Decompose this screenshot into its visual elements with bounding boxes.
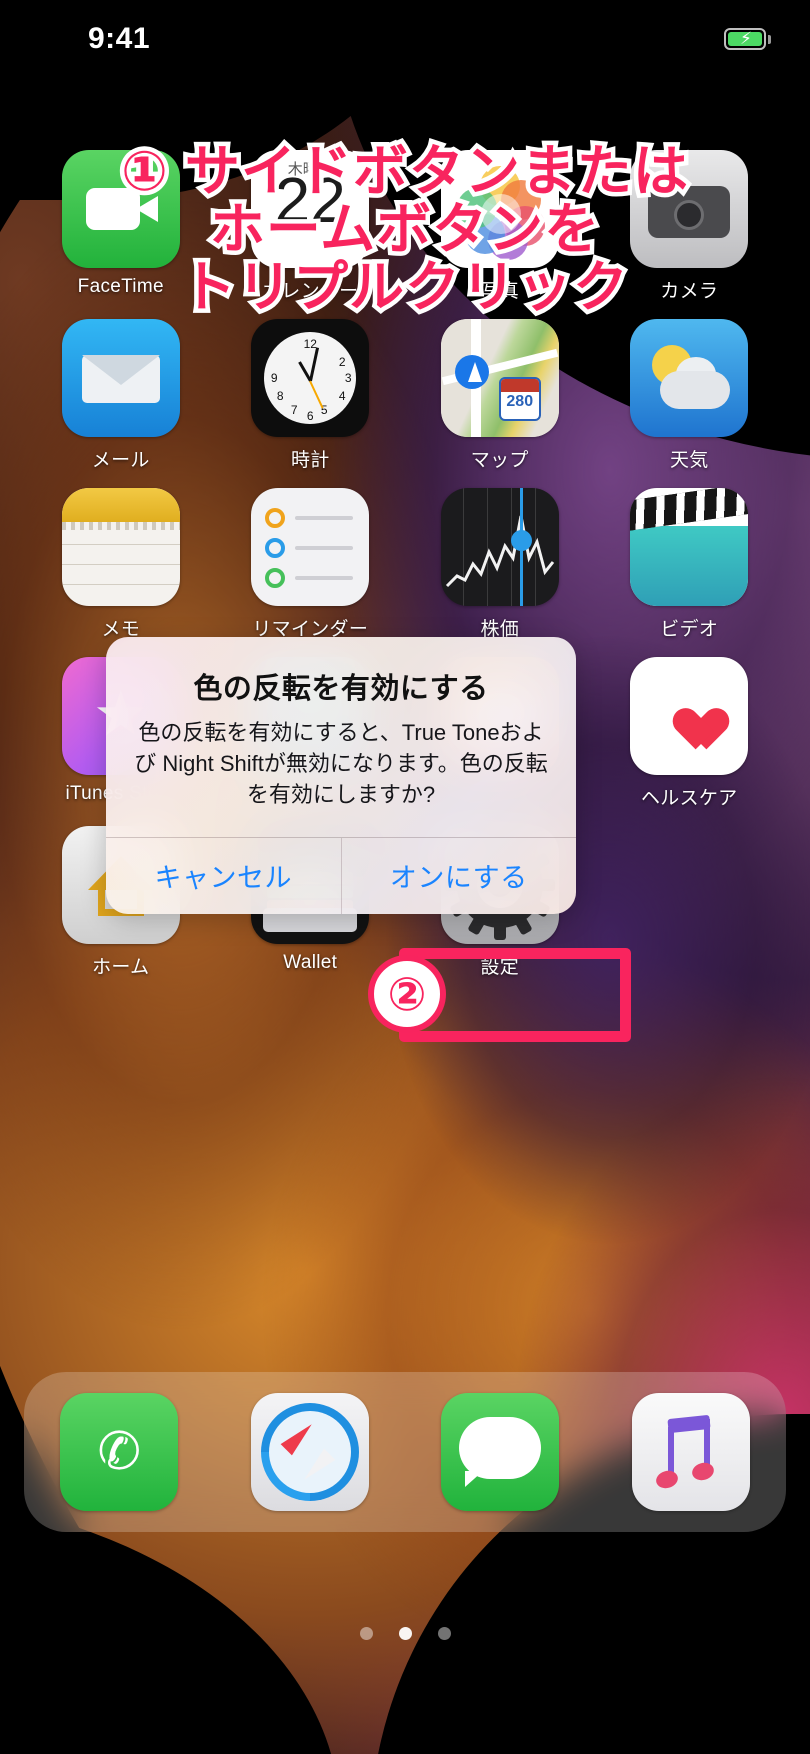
cancel-button[interactable]: キャンセル bbox=[106, 837, 342, 914]
phone-icon[interactable]: ✆ bbox=[60, 1393, 179, 1511]
page-dot[interactable] bbox=[359, 1627, 373, 1640]
weather-icon[interactable] bbox=[630, 319, 749, 437]
photos-icon[interactable] bbox=[440, 150, 559, 268]
highway-shield-icon: 280 bbox=[498, 377, 541, 421]
turn-on-button[interactable]: オンにする bbox=[342, 838, 577, 914]
status-bar-clock: 9:41 bbox=[88, 22, 151, 55]
messages-icon[interactable] bbox=[441, 1393, 560, 1511]
app-label: ホーム bbox=[92, 957, 150, 978]
app-weather[interactable]: 天気 bbox=[614, 319, 764, 472]
app-label: メール bbox=[91, 450, 150, 471]
app-label: 写真 bbox=[480, 281, 520, 302]
app-facetime[interactable]: FaceTime bbox=[46, 150, 196, 303]
alert-button-row: キャンセル オンにする bbox=[106, 836, 577, 914]
calendar-icon[interactable]: 木曜日 22 bbox=[251, 150, 370, 268]
app-label: マップ bbox=[470, 450, 529, 471]
highway-number: 280 bbox=[506, 393, 534, 410]
mail-icon[interactable] bbox=[61, 319, 180, 437]
clock-icon[interactable]: 12 2 3 4 5 6 7 8 9 bbox=[251, 319, 370, 437]
app-row: メール 12 2 3 4 5 6 7 8 9 時計 280 マップ 天気 bbox=[0, 319, 810, 472]
alert-dialog: 色の反転を有効にする 色の反転を有効にすると、True Toneおよび Nigh… bbox=[106, 637, 576, 914]
app-label: カレンダー bbox=[261, 281, 359, 302]
alert-message: 色の反転を有効にすると、True Toneおよび Night Shiftが無効に… bbox=[134, 720, 548, 808]
app-label: Wallet bbox=[283, 952, 338, 973]
videos-icon[interactable] bbox=[630, 488, 749, 606]
app-label: 天気 bbox=[669, 450, 709, 471]
maps-icon[interactable]: 280 bbox=[440, 319, 559, 437]
battery-charging-icon: ⚡ bbox=[724, 28, 771, 52]
app-videos[interactable]: ビデオ bbox=[614, 488, 764, 641]
stocks-icon[interactable] bbox=[440, 488, 559, 606]
app-label: ヘルスケア bbox=[640, 788, 738, 809]
app-reminders[interactable]: リマインダー bbox=[235, 488, 385, 641]
app-notes[interactable]: メモ bbox=[46, 488, 196, 641]
app-camera[interactable]: カメラ bbox=[614, 150, 764, 303]
app-label: FaceTime bbox=[77, 276, 164, 297]
app-photos[interactable]: 写真 bbox=[425, 150, 575, 303]
reminders-icon[interactable] bbox=[251, 488, 370, 606]
facetime-icon[interactable] bbox=[61, 150, 180, 268]
app-label: 設定 bbox=[480, 957, 520, 978]
page-dot-active[interactable] bbox=[398, 1627, 412, 1640]
iphone-screen: 9:41 ⚡ FaceTime 木曜日 22 カレンダー 写真 カメラ メール … bbox=[0, 0, 810, 1754]
notes-icon[interactable] bbox=[61, 488, 180, 606]
app-stocks[interactable]: 株価 bbox=[425, 488, 575, 641]
app-mail[interactable]: メール bbox=[46, 319, 196, 472]
alert-title: 色の反転を有効にする bbox=[193, 673, 489, 705]
status-bar: 9:41 ⚡ bbox=[0, 0, 810, 74]
safari-icon[interactable] bbox=[250, 1393, 369, 1511]
app-maps[interactable]: 280 マップ bbox=[425, 319, 575, 472]
dock: ✆ bbox=[24, 1372, 786, 1532]
app-label: 時計 bbox=[290, 450, 330, 471]
calendar-day: 22 bbox=[274, 164, 346, 236]
app-empty-slot bbox=[614, 826, 764, 979]
app-row: FaceTime 木曜日 22 カレンダー 写真 カメラ bbox=[0, 150, 810, 303]
page-dot[interactable] bbox=[437, 1627, 451, 1640]
page-indicator[interactable] bbox=[0, 1627, 810, 1640]
app-calendar[interactable]: 木曜日 22 カレンダー bbox=[235, 150, 385, 303]
app-label: ビデオ bbox=[660, 619, 719, 640]
app-label: カメラ bbox=[660, 281, 719, 302]
camera-icon[interactable] bbox=[630, 150, 749, 268]
app-health[interactable]: ヘルスケア bbox=[614, 657, 764, 810]
health-icon[interactable] bbox=[630, 657, 749, 775]
annotation-step-2-marker: ② bbox=[368, 955, 446, 1033]
app-row: メモ リマインダー 株価 ビデオ bbox=[0, 488, 810, 641]
app-clock[interactable]: 12 2 3 4 5 6 7 8 9 時計 bbox=[235, 319, 385, 472]
music-icon[interactable] bbox=[631, 1393, 750, 1511]
